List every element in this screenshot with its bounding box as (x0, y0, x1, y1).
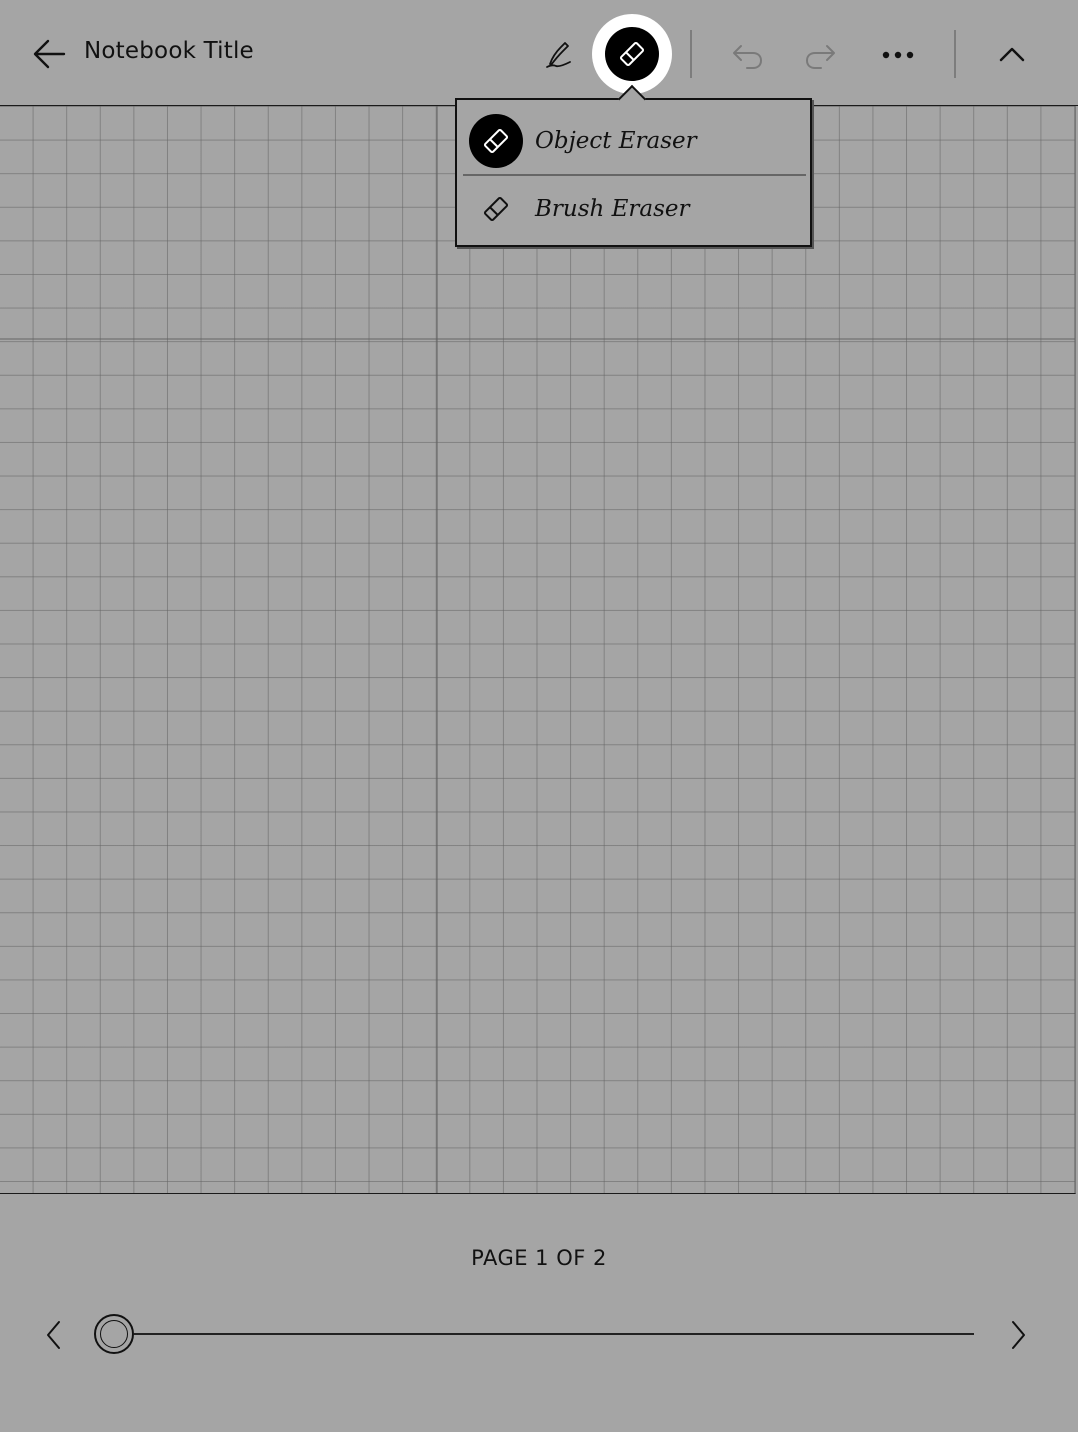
arrow-left-icon (33, 39, 66, 69)
collapse-toolbar-button[interactable] (990, 34, 1034, 76)
undo-icon (733, 45, 762, 69)
eraser-tool-selected-indicator (605, 27, 659, 81)
back-button[interactable] (30, 36, 70, 72)
menu-item-label: Object Eraser (535, 128, 697, 154)
eraser-tool-button[interactable] (592, 14, 672, 94)
chevron-up-icon (999, 47, 1025, 62)
object-eraser-option[interactable]: Object Eraser (463, 108, 806, 174)
eraser-icon (483, 128, 509, 154)
menu-item-icon (469, 182, 523, 236)
page-indicator: PAGE 1 OF 2 (471, 1246, 607, 1270)
undo-button[interactable] (724, 34, 770, 76)
eraser-options-popup: Object Eraser Brush Eraser (455, 98, 812, 247)
previous-page-button[interactable] (36, 1316, 72, 1354)
grid-major-line (0, 338, 1075, 340)
redo-icon (806, 45, 835, 69)
more-options-button[interactable] (874, 34, 922, 76)
toolbar-divider (954, 30, 956, 78)
more-horizontal-icon (882, 51, 914, 59)
menu-item-selected-indicator (469, 114, 523, 168)
notebook-page-canvas[interactable] (0, 106, 1076, 1194)
eraser-icon (483, 196, 509, 222)
chevron-right-icon (1012, 1321, 1025, 1349)
brush-eraser-option[interactable]: Brush Eraser (463, 176, 806, 242)
chevron-left-icon (47, 1321, 60, 1349)
notebook-title[interactable]: Notebook Title (84, 38, 254, 64)
redo-button[interactable] (798, 34, 844, 76)
pen-icon (546, 42, 571, 68)
page-slider-track[interactable] (134, 1333, 974, 1335)
grid-major-line (436, 106, 438, 1193)
page-slider-thumb[interactable] (94, 1314, 134, 1354)
toolbar-divider (690, 30, 692, 78)
pen-tool-button[interactable] (538, 34, 580, 76)
top-toolbar: Notebook Title (0, 0, 1078, 106)
menu-item-label: Brush Eraser (535, 196, 690, 222)
next-page-button[interactable] (1000, 1316, 1036, 1354)
eraser-icon (619, 41, 645, 67)
